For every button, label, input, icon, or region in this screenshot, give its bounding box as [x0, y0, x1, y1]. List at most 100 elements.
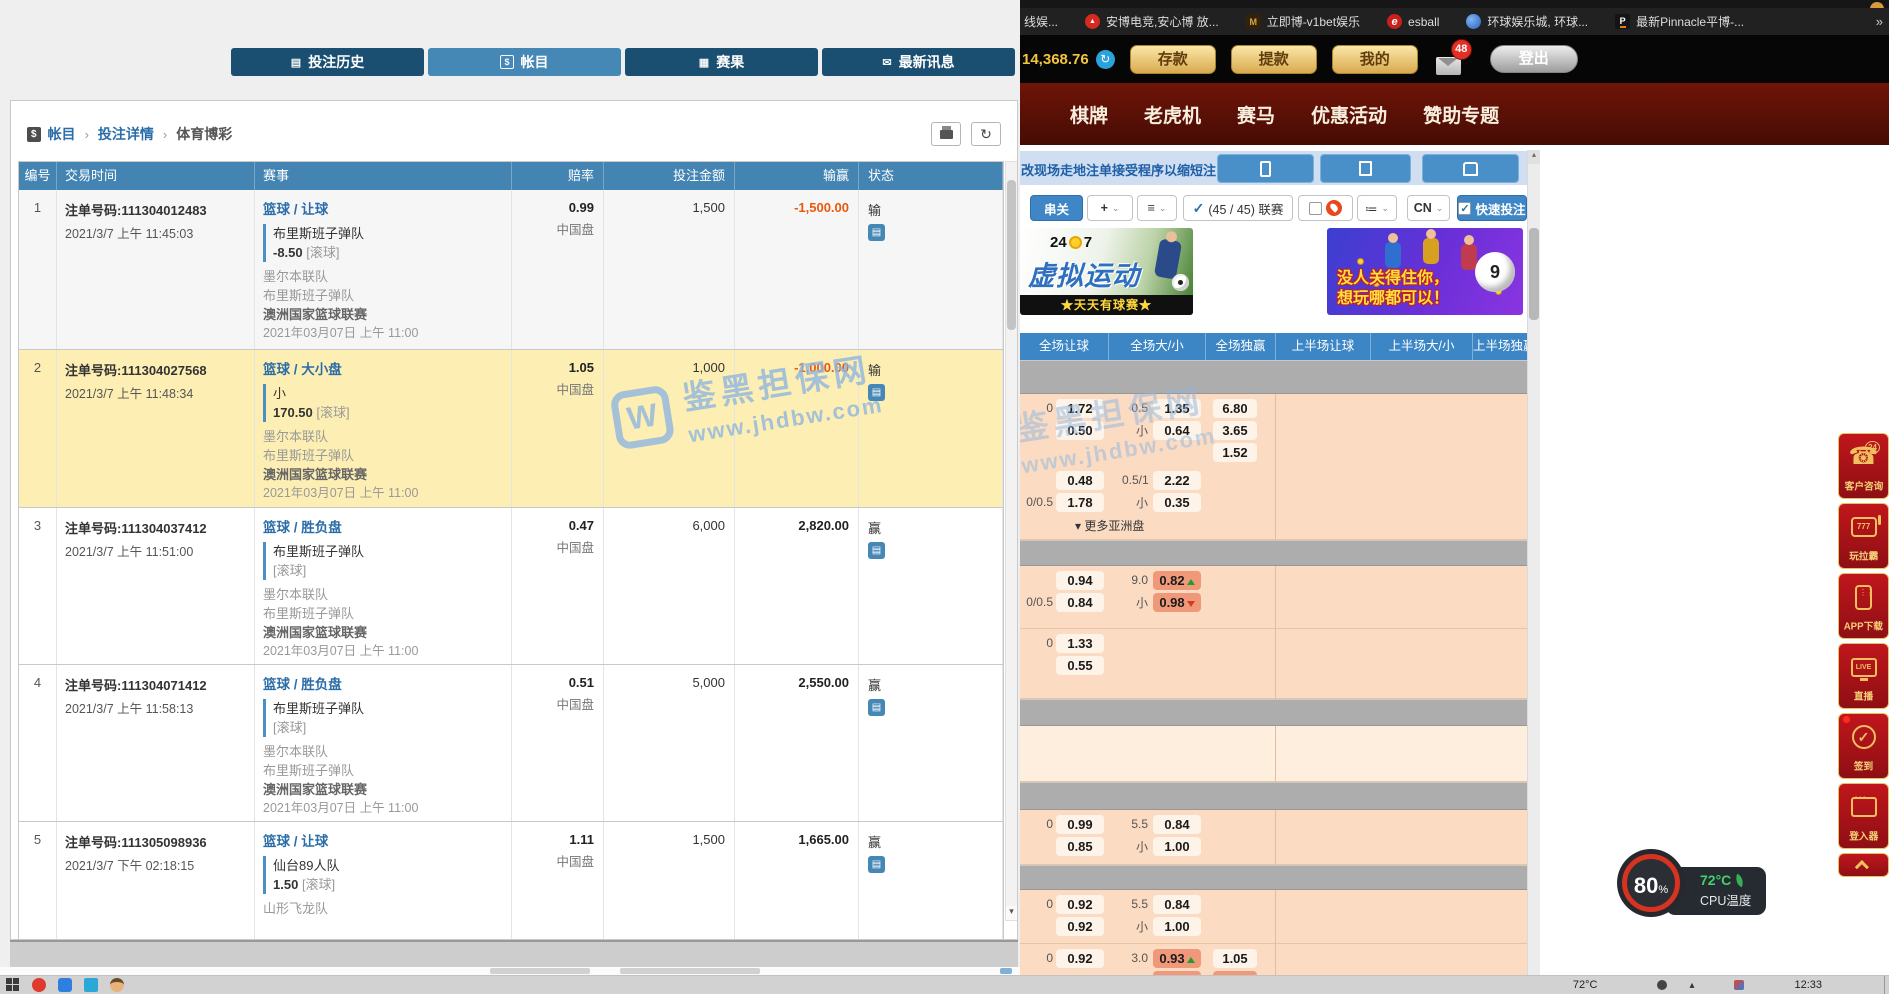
messages-button[interactable]: 48: [1436, 41, 1466, 77]
bookmark-item[interactable]: 立即博-v1bet娱乐: [1246, 13, 1360, 30]
bookmark-item[interactable]: 线娱...: [1024, 13, 1058, 30]
sidebar-customer-service[interactable]: ☎ 24 客户咨询: [1838, 433, 1889, 499]
odds-cell[interactable]: 1.05: [1213, 949, 1257, 968]
tray-color-icon[interactable]: [1734, 980, 1744, 990]
odds-cell[interactable]: 1.33: [1056, 634, 1104, 653]
bookmarks-overflow-icon[interactable]: »: [1876, 14, 1883, 29]
odds-cell[interactable]: 0.94: [1056, 571, 1104, 590]
refresh-button[interactable]: ↻: [971, 122, 1001, 146]
sidebar-app-download[interactable]: APP下载: [1838, 573, 1889, 639]
notice-mobile-button[interactable]: [1217, 154, 1314, 183]
view-mode-button[interactable]: ≔ ⌄: [1357, 195, 1397, 221]
taskbar-app-red[interactable]: [32, 978, 46, 992]
odds-cell[interactable]: 3.65: [1213, 421, 1257, 440]
col-ft-handicap[interactable]: 全场让球: [1020, 333, 1108, 360]
odds-cell[interactable]: 0.85: [1056, 837, 1104, 856]
odds-cell[interactable]: 0.84: [1153, 815, 1201, 834]
scrollbar-thumb[interactable]: [1007, 180, 1016, 330]
bookmark-item[interactable]: 最新Pinnacle平博-...: [1615, 13, 1744, 30]
table-row[interactable]: 5 注单号码:111305098936 2021/3/7 下午 02:18:15…: [19, 822, 1003, 940]
bookmark-item[interactable]: esball: [1387, 14, 1439, 29]
odds-cell[interactable]: 0.35: [1153, 493, 1201, 512]
odds-cell[interactable]: 6.80: [1213, 399, 1257, 418]
receipt-badge-icon[interactable]: ▤: [868, 699, 885, 716]
sidebar-live-stream[interactable]: LIVE 直播: [1838, 643, 1889, 709]
odds-cell[interactable]: 1.00: [1153, 837, 1201, 856]
table-row[interactable]: 1 注单号码:111304012483 2021/3/7 上午 11:45:03…: [19, 190, 1003, 350]
odds-cell[interactable]: 1.00: [1153, 917, 1201, 936]
lottery-banner[interactable]: 9 没人关得住你， 想玩哪都可以！: [1327, 228, 1523, 315]
odds-cell[interactable]: 1.35: [1153, 399, 1201, 418]
nav-chess[interactable]: 棋牌: [1070, 101, 1108, 128]
tab-bet-history[interactable]: ▤ 投注历史: [231, 48, 424, 76]
odds-cell[interactable]: 0.48: [1056, 471, 1104, 490]
logout-button[interactable]: 登出: [1490, 45, 1578, 73]
odds-cell[interactable]: 0.92: [1056, 917, 1104, 936]
tab-results[interactable]: ▦ 赛果: [625, 48, 818, 76]
taskbar-app-blue[interactable]: [58, 978, 72, 992]
deposit-button[interactable]: 存款: [1130, 45, 1216, 74]
col-ht-overunder[interactable]: 上半场大/小: [1370, 333, 1472, 360]
tray-expand-icon[interactable]: ▴: [1689, 980, 1694, 991]
sidebar-checkin[interactable]: ✓ 签到: [1838, 713, 1889, 779]
odds-cell[interactable]: 1.72: [1056, 399, 1104, 418]
tab-news[interactable]: ✉ 最新讯息: [822, 48, 1015, 76]
odds-cell[interactable]: [1153, 971, 1201, 976]
refresh-balance-icon[interactable]: ↻: [1096, 50, 1115, 69]
col-ht-handicap[interactable]: 上半场让球: [1275, 333, 1370, 360]
odds-cell[interactable]: 0.84: [1056, 593, 1104, 612]
receipt-badge-icon[interactable]: ▤: [868, 224, 885, 241]
odds-cell[interactable]: 0.64: [1153, 421, 1201, 440]
windows-start-button[interactable]: [6, 978, 20, 992]
scroll-up-arrow-icon[interactable]: ▴: [1528, 150, 1540, 164]
table-row[interactable]: 3 注单号码:111304037412 2021/3/7 上午 11:51:00…: [19, 508, 1003, 665]
odds-cell[interactable]: 0.93: [1153, 949, 1201, 968]
withdraw-button[interactable]: 提款: [1231, 45, 1317, 74]
my-account-button[interactable]: 我的: [1332, 45, 1418, 74]
bet-type-link[interactable]: 篮球 / 胜负盘: [263, 673, 342, 693]
odds-cell[interactable]: 0.92: [1056, 949, 1104, 968]
notice-betslip-button[interactable]: [1422, 154, 1519, 183]
table-row[interactable]: 2 注单号码:111304027568 2021/3/7 上午 11:48:34…: [19, 350, 1003, 508]
show-desktop-button[interactable]: [1884, 976, 1889, 994]
odds-cell[interactable]: 0.92: [1056, 895, 1104, 914]
bet-type-link[interactable]: 篮球 / 大小盘: [263, 358, 342, 378]
nav-horse-racing[interactable]: 赛马: [1237, 101, 1275, 128]
notice-statement-button[interactable]: [1320, 154, 1411, 183]
quick-bet-button[interactable]: ✓ 快速投注: [1457, 195, 1527, 221]
virtual-sports-banner[interactable]: 24 7 虚拟运动 ★天天有球赛★: [1020, 228, 1193, 315]
add-filter-button[interactable]: + ⌄: [1087, 195, 1133, 221]
odds-cell[interactable]: 0.55: [1056, 656, 1104, 675]
sidebar-slots[interactable]: 777 玩拉霸: [1838, 503, 1889, 569]
scrollbar-thumb[interactable]: [1529, 228, 1539, 320]
odds-cell[interactable]: 1.78: [1056, 493, 1104, 512]
checkbox[interactable]: [1309, 202, 1322, 215]
odds-cell[interactable]: [1213, 971, 1257, 976]
checkbox-checked[interactable]: ✓: [1458, 202, 1471, 215]
odds-cell[interactable]: 0.98: [1153, 593, 1201, 612]
more-asian-handicap-link[interactable]: ▾ 更多亚洲盘: [1020, 513, 1527, 537]
bet-type-link[interactable]: 篮球 / 让球: [263, 198, 328, 218]
col-ft-moneyline[interactable]: 全场独赢: [1205, 333, 1275, 360]
bookmark-item[interactable]: 环球娱乐城, 环球...: [1466, 13, 1588, 30]
nav-promotions[interactable]: 优惠活动: [1311, 101, 1387, 128]
breadcrumb-betdetail-link[interactable]: 投注详情: [98, 124, 154, 144]
odds-cell[interactable]: 0.99: [1056, 815, 1104, 834]
bet-type-link[interactable]: 篮球 / 让球: [263, 830, 328, 850]
tab-account[interactable]: $ 帐目: [428, 48, 621, 76]
bookmark-item[interactable]: 安博电竞,安心博 放...: [1085, 13, 1219, 30]
nav-slots[interactable]: 老虎机: [1144, 101, 1201, 128]
page-scrollbar[interactable]: ▴: [1527, 150, 1540, 975]
tray-icon[interactable]: [1657, 980, 1667, 990]
sort-button[interactable]: ≡ ⌄: [1137, 195, 1177, 221]
league-filter-button[interactable]: ✓ (45 / 45) 联赛: [1183, 195, 1293, 221]
receipt-badge-icon[interactable]: ▤: [868, 856, 885, 873]
hot-filter-button[interactable]: [1298, 195, 1353, 221]
odds-cell[interactable]: 0.82: [1153, 571, 1201, 590]
breadcrumb-account-link[interactable]: 帐目: [48, 124, 76, 144]
odds-cell[interactable]: 0.50: [1056, 421, 1104, 440]
odds-cell[interactable]: 2.22: [1153, 471, 1201, 490]
nav-sponsorship[interactable]: 赞助专题: [1423, 101, 1499, 128]
modal-scrollbar[interactable]: ▾: [1005, 161, 1018, 921]
odds-cell[interactable]: 0.84: [1153, 895, 1201, 914]
